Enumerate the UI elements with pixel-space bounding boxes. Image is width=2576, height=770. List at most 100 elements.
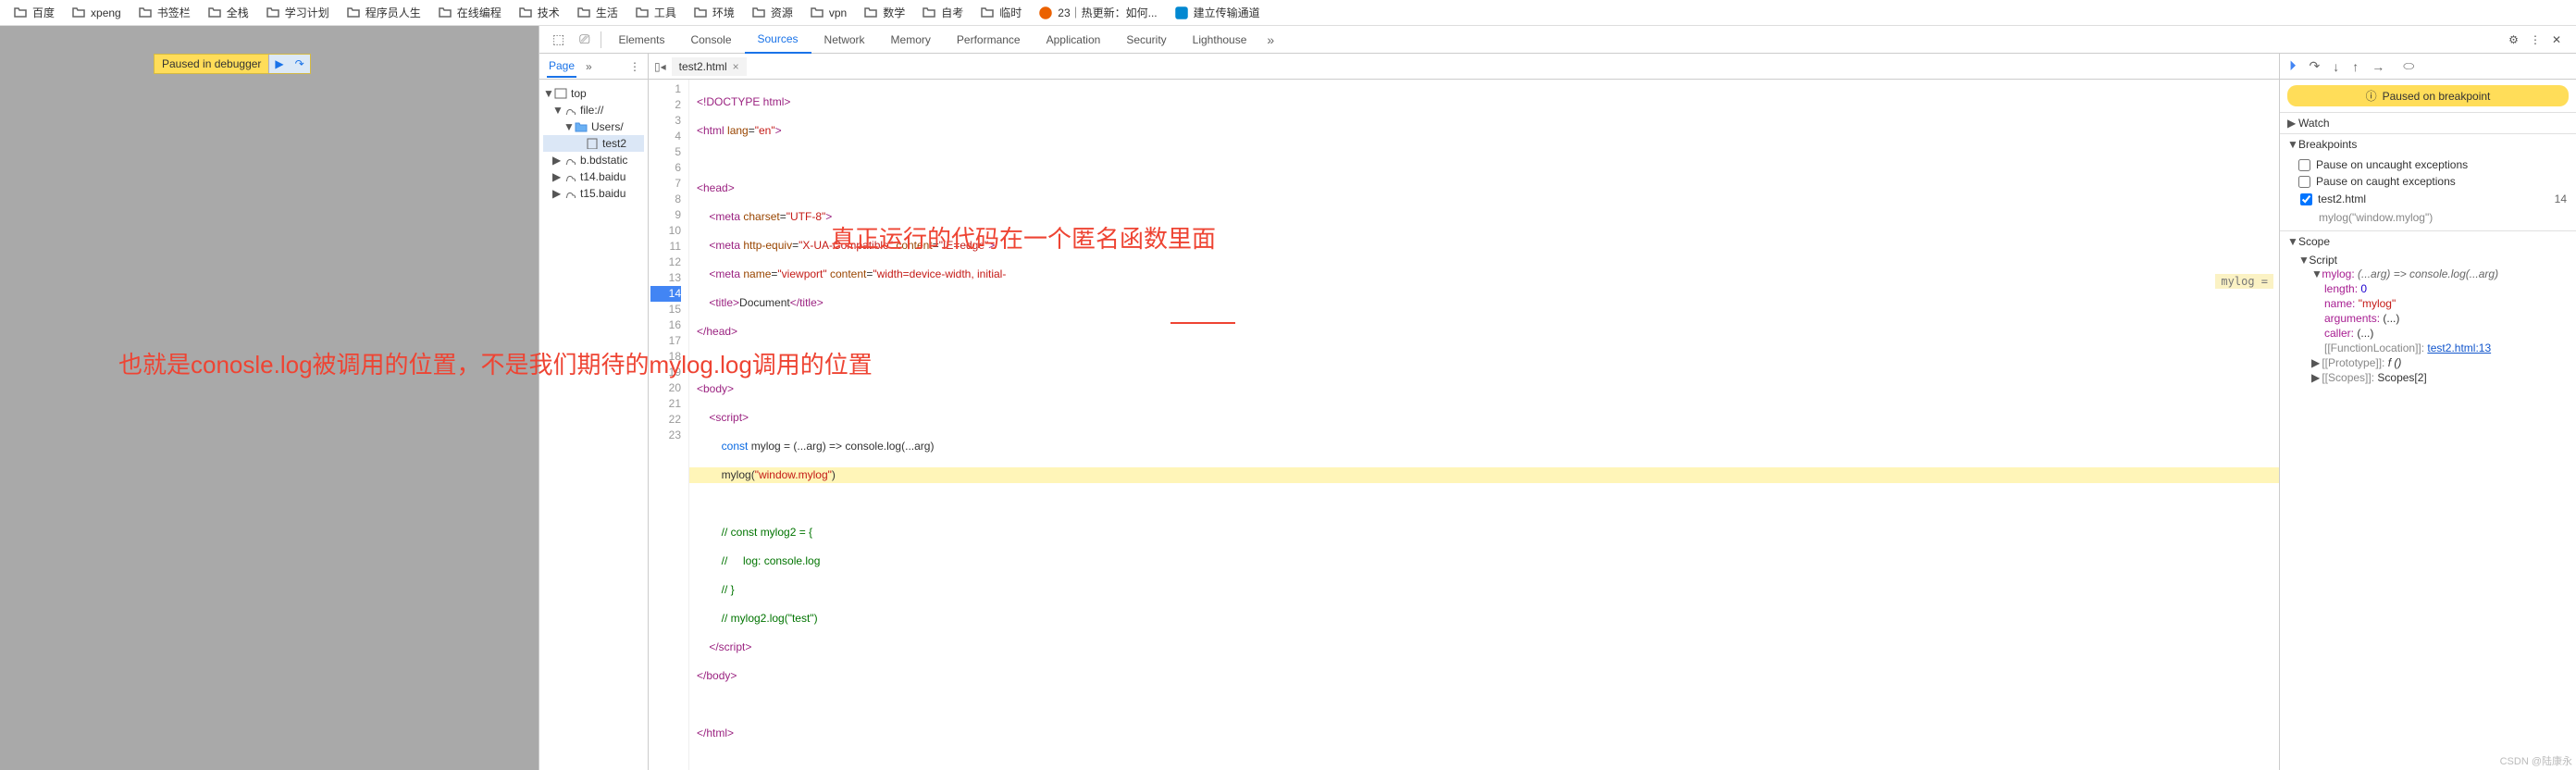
sidebar-toggle-icon[interactable]: ▯◂	[654, 60, 666, 73]
cloud-icon	[564, 189, 576, 198]
tree-t15[interactable]: ▶t15.baidu	[543, 185, 644, 202]
breakpoint-item[interactable]: test2.html14	[2298, 190, 2569, 208]
resume-button[interactable]: ▶	[269, 55, 289, 73]
deactivate-bp-icon[interactable]: ⬭	[2403, 58, 2414, 74]
tab-memory[interactable]: Memory	[878, 26, 944, 54]
editor-tab[interactable]: test2.html×	[672, 57, 747, 76]
debugger-controls: ⏵ ↷ ↓ ↑ → ⬭	[2280, 54, 2576, 80]
bookmark-item[interactable]: 技术	[511, 2, 567, 23]
tab-console[interactable]: Console	[677, 26, 744, 54]
square-icon	[1174, 6, 1189, 20]
nav-tab-page[interactable]: Page	[547, 56, 576, 78]
breakpoints-section[interactable]: ▼Breakpoints	[2280, 134, 2576, 155]
info-icon: ⓘ	[2366, 88, 2377, 104]
tree-t14[interactable]: ▶t14.baidu	[543, 168, 644, 185]
paused-label: Paused in debugger	[155, 56, 268, 72]
folder-icon	[980, 6, 995, 20]
file-icon	[586, 138, 599, 149]
device-icon[interactable]: ⎚	[572, 31, 597, 47]
tab-security[interactable]: Security	[1113, 26, 1179, 54]
more-icon[interactable]: »	[586, 60, 592, 73]
folder-icon	[346, 6, 361, 20]
folder-icon	[71, 6, 86, 20]
bookmark-item[interactable]: 书签栏	[130, 2, 198, 23]
settings-icon[interactable]: ⚙	[2508, 33, 2519, 46]
step-out-icon[interactable]: ↑	[2352, 59, 2359, 74]
folder-icon	[207, 6, 222, 20]
bookmark-item[interactable]: vpn	[802, 3, 854, 23]
watch-section[interactable]: ▶Watch	[2280, 113, 2576, 133]
function-location-link[interactable]: test2.html:13	[2427, 342, 2491, 354]
code-area[interactable]: <!DOCTYPE html> <html lang="en"> <head> …	[689, 80, 2279, 770]
kebab-icon[interactable]: ⋮	[2530, 33, 2541, 46]
bookmark-item[interactable]: 生活	[569, 2, 625, 23]
scope-script[interactable]: ▼ Script	[2298, 254, 2569, 267]
tree-file[interactable]: ▼file://	[543, 102, 644, 118]
bookmark-item[interactable]: 环境	[686, 2, 742, 23]
bookmark-item[interactable]: 学习计划	[258, 2, 337, 23]
close-icon[interactable]: ×	[733, 60, 739, 73]
folder-icon	[575, 121, 588, 132]
tree-top[interactable]: ▼top	[543, 85, 644, 102]
folder-icon	[751, 6, 766, 20]
folder-icon	[518, 6, 533, 20]
resume-icon[interactable]: ⏵	[2289, 58, 2297, 74]
more-tabs-icon[interactable]: »	[1259, 32, 1282, 47]
watermark: CSDN @陆康永	[2500, 753, 2572, 768]
step-into-icon[interactable]: ↓	[2333, 59, 2339, 74]
tab-elements[interactable]: Elements	[605, 26, 677, 54]
tree-bd[interactable]: ▶b.bdstatic	[543, 152, 644, 168]
bookmark-item[interactable]: 资源	[744, 2, 800, 23]
folder-icon	[922, 6, 936, 20]
inline-hint: mylog =	[2215, 274, 2273, 289]
tab-network[interactable]: Network	[811, 26, 878, 54]
tab-lighthouse[interactable]: Lighthouse	[1180, 26, 1260, 54]
circle-icon	[1038, 6, 1053, 20]
bookmark-item[interactable]: 临时	[972, 2, 1029, 23]
file-tree: ▼top ▼file:// ▼Users/ test2 ▶b.bdstatic …	[539, 80, 648, 207]
bookmark-item[interactable]: 全栈	[200, 2, 256, 23]
folder-icon	[266, 6, 280, 20]
cloud-icon	[564, 155, 576, 165]
inspect-icon[interactable]: ⬚	[545, 31, 572, 47]
scope-section[interactable]: ▼Scope	[2280, 231, 2576, 252]
tree-test2[interactable]: test2	[543, 135, 644, 152]
scope-mylog[interactable]: ▼ mylog: (...arg) => console.log(...arg)	[2298, 267, 2569, 281]
bookmark-item[interactable]: 工具	[627, 2, 684, 23]
bookmark-item[interactable]: 23｜热更新：如何...	[1031, 2, 1164, 23]
annotation-underline	[1170, 322, 1235, 324]
folder-icon	[693, 6, 708, 20]
annotation-1: 真正运行的代码在一个匿名函数里面	[831, 220, 1216, 255]
line-gutter: 1234567891011121314151617181920212223	[649, 80, 689, 770]
folder-icon	[438, 6, 452, 20]
close-icon[interactable]: ✕	[2552, 33, 2561, 46]
bookmark-item[interactable]: 数学	[856, 2, 912, 23]
step-icon[interactable]: →	[2372, 59, 2384, 74]
cloud-icon	[564, 172, 576, 181]
tab-sources[interactable]: Sources	[745, 26, 811, 54]
debugger-sidebar: ⏵ ↷ ↓ ↑ → ⬭ ⓘPaused on breakpoint ▶Watch…	[2280, 54, 2576, 770]
devtools-tabs: ⬚ ⎚ Elements Console Sources Network Mem…	[539, 26, 2576, 54]
window-icon	[554, 88, 567, 99]
bookmark-item[interactable]: 建立传输通道	[1167, 2, 1268, 23]
bookmark-item[interactable]: 百度	[6, 2, 62, 23]
tab-application[interactable]: Application	[1034, 26, 1114, 54]
bookmark-item[interactable]: 在线编程	[430, 2, 509, 23]
kebab-icon[interactable]: ⋮	[629, 60, 640, 73]
bookmark-item[interactable]: 程序员人生	[339, 2, 428, 23]
paused-in-debugger-bar: Paused in debugger ▶ ↷	[154, 54, 311, 74]
step-over-icon[interactable]: ↷	[2310, 58, 2321, 74]
tab-performance[interactable]: Performance	[944, 26, 1034, 54]
page-viewport: Paused in debugger ▶ ↷	[0, 26, 539, 770]
annotation-2: 也就是conosle.log被调用的位置，不是我们期待的mylog.log调用的…	[118, 346, 873, 380]
folder-icon	[810, 6, 824, 20]
step-button[interactable]: ↷	[290, 55, 310, 73]
folder-icon	[576, 6, 591, 20]
tree-users[interactable]: ▼Users/	[543, 118, 644, 135]
bookmark-item[interactable]: xpeng	[64, 3, 129, 23]
navigator-pane: Page » ⋮ ▼top ▼file:// ▼Users/ test2 ▶b.…	[539, 54, 649, 770]
pause-caught-checkbox[interactable]: Pause on caught exceptions	[2298, 173, 2569, 190]
pause-uncaught-checkbox[interactable]: Pause on uncaught exceptions	[2298, 156, 2569, 173]
bookmarks-bar: 百度 xpeng 书签栏 全栈 学习计划 程序员人生 在线编程 技术 生活 工具…	[0, 0, 2576, 26]
bookmark-item[interactable]: 自考	[914, 2, 971, 23]
